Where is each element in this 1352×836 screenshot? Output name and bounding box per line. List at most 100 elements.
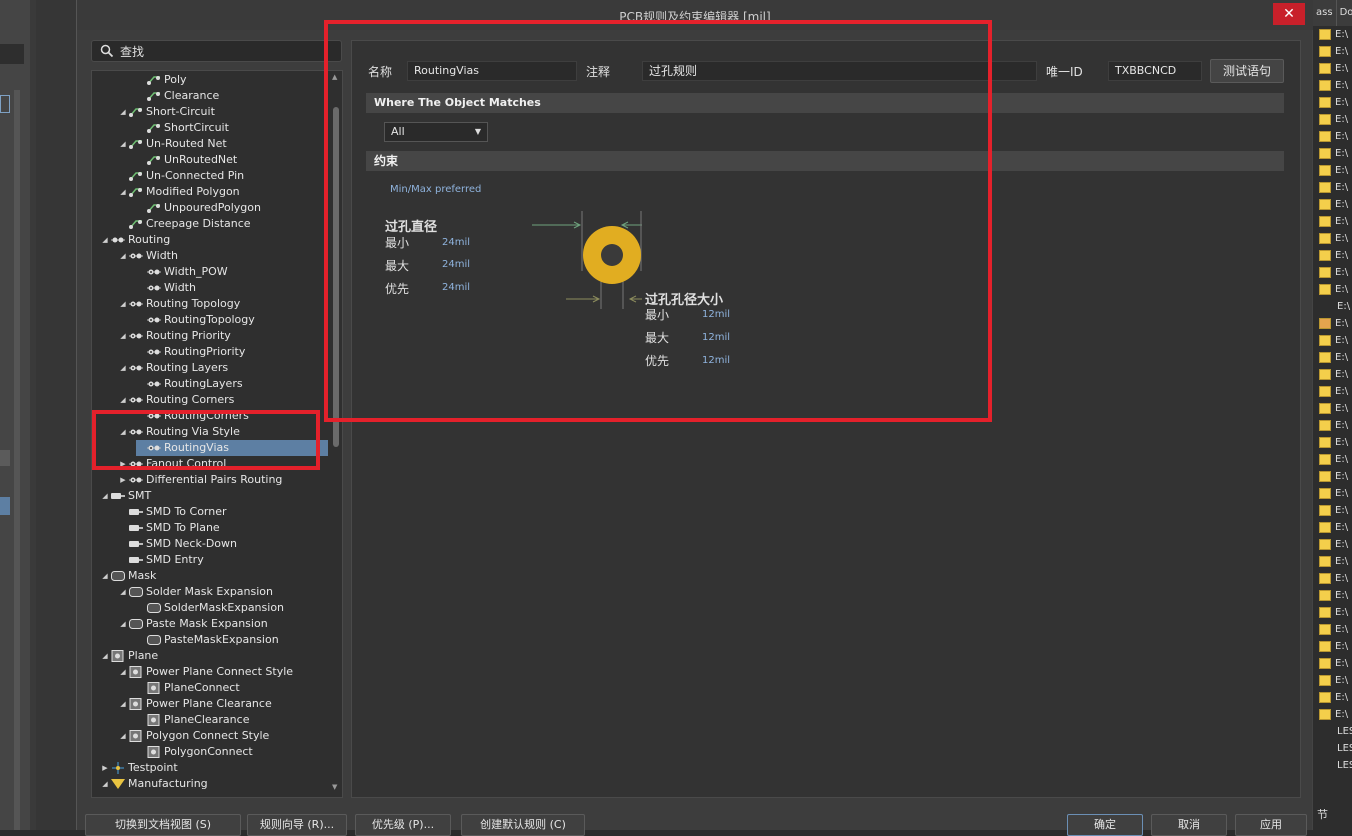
background-item[interactable] bbox=[0, 450, 10, 466]
background-scrollbar[interactable] bbox=[14, 90, 20, 830]
right-list-item[interactable]: E:\ bbox=[1313, 672, 1352, 689]
collapse-arrow-icon[interactable]: ◢ bbox=[118, 696, 128, 712]
right-list-item[interactable]: E:\ bbox=[1313, 315, 1352, 332]
right-list-item[interactable]: E:\ bbox=[1313, 213, 1352, 230]
collapse-arrow-icon[interactable]: ◢ bbox=[118, 328, 128, 344]
collapse-arrow-icon[interactable]: ◢ bbox=[100, 568, 110, 584]
collapse-arrow-icon[interactable]: ◢ bbox=[100, 648, 110, 664]
tree-item[interactable]: ◢ Paste Mask Expansion bbox=[118, 616, 267, 632]
priorities-button[interactable]: 优先级 (P)... bbox=[355, 814, 451, 836]
right-list-item[interactable]: E:\ bbox=[1313, 383, 1352, 400]
right-list-item[interactable]: E:\ bbox=[1313, 162, 1352, 179]
tree-item[interactable]: ◢ Short-Circuit bbox=[118, 104, 215, 120]
tree-item[interactable]: UnpouredPolygon bbox=[136, 200, 261, 216]
right-list-item[interactable]: E:\ bbox=[1313, 451, 1352, 468]
apply-button[interactable]: 应用 bbox=[1235, 814, 1307, 836]
right-list-item[interactable]: E:\ bbox=[1313, 43, 1352, 60]
tree-item[interactable]: RoutingLayers bbox=[136, 376, 243, 392]
right-list-item[interactable]: E:\ bbox=[1313, 94, 1352, 111]
tree-item[interactable]: ◢ Power Plane Clearance bbox=[118, 696, 272, 712]
tree-item[interactable]: ◢ Routing Layers bbox=[118, 360, 228, 376]
expand-arrow-icon[interactable]: ▶ bbox=[100, 760, 110, 776]
collapse-arrow-icon[interactable]: ◢ bbox=[100, 232, 110, 248]
tree-item[interactable]: SMD To Plane bbox=[118, 520, 220, 536]
right-list-item[interactable]: E:\ bbox=[1313, 485, 1352, 502]
right-list-item[interactable]: E:\ bbox=[1313, 587, 1352, 604]
uid-field[interactable]: TXBBCNCD bbox=[1108, 61, 1202, 81]
tree-item[interactable]: Width bbox=[136, 280, 196, 296]
test-query-button[interactable]: 测试语句 bbox=[1210, 59, 1284, 83]
right-list-item[interactable]: E:\ bbox=[1313, 111, 1352, 128]
collapse-arrow-icon[interactable]: ◢ bbox=[118, 360, 128, 376]
background-item[interactable] bbox=[0, 95, 10, 113]
tree-item[interactable]: ◢ Solder Mask Expansion bbox=[118, 584, 273, 600]
tree-item[interactable]: ◢ SMT bbox=[100, 488, 151, 504]
tree-item[interactable]: RoutingTopology bbox=[136, 312, 255, 328]
collapse-arrow-icon[interactable]: ◢ bbox=[100, 488, 110, 504]
tree-item[interactable]: SMD Neck-Down bbox=[118, 536, 237, 552]
right-list-item[interactable]: E:\ bbox=[1313, 298, 1352, 315]
collapse-arrow-icon[interactable]: ◢ bbox=[100, 776, 110, 792]
collapse-arrow-icon[interactable]: ◢ bbox=[118, 584, 128, 600]
right-list-item[interactable]: E:\ bbox=[1313, 502, 1352, 519]
right-list-item[interactable]: E:\ bbox=[1313, 570, 1352, 587]
tree-item[interactable]: Un-Connected Pin bbox=[118, 168, 244, 184]
tree-item[interactable]: ShortCircuit bbox=[136, 120, 229, 136]
right-list-item[interactable]: E:\ bbox=[1313, 230, 1352, 247]
tree-item[interactable]: RoutingPriority bbox=[136, 344, 245, 360]
tree-item[interactable]: ◢ Manufacturing bbox=[100, 776, 207, 792]
tree-item[interactable]: SMD Entry bbox=[118, 552, 204, 568]
collapse-arrow-icon[interactable]: ◢ bbox=[118, 136, 128, 152]
close-button[interactable]: ✕ bbox=[1273, 3, 1305, 25]
ok-button[interactable]: 确定 bbox=[1067, 814, 1143, 836]
right-list-item[interactable]: E:\ bbox=[1313, 689, 1352, 706]
switch-document-view-button[interactable]: 切换到文档视图 (S) bbox=[85, 814, 241, 836]
right-list-item[interactable]: E:\ bbox=[1313, 332, 1352, 349]
right-list-item[interactable]: E:\ bbox=[1313, 77, 1352, 94]
tree-item[interactable]: ◢ Routing Topology bbox=[118, 296, 240, 312]
right-list-item[interactable]: E:\ bbox=[1313, 468, 1352, 485]
right-list-item[interactable]: E:\ bbox=[1313, 179, 1352, 196]
right-list-item[interactable]: E:\ bbox=[1313, 400, 1352, 417]
right-list-item[interactable]: E:\ bbox=[1313, 706, 1352, 723]
tree-item[interactable]: Width_POW bbox=[136, 264, 228, 280]
background-tab[interactable] bbox=[0, 44, 24, 64]
tree-item[interactable]: ◢ Routing Corners bbox=[118, 392, 234, 408]
tree-item[interactable]: ◢ Mask bbox=[100, 568, 156, 584]
tree-item[interactable]: ◢ Width bbox=[118, 248, 178, 264]
right-list-item[interactable]: E:\ bbox=[1313, 434, 1352, 451]
right-list-item[interactable]: E:\ bbox=[1313, 366, 1352, 383]
tree-item[interactable]: PlaneClearance bbox=[136, 712, 249, 728]
right-list-item[interactable]: E:\ bbox=[1313, 553, 1352, 570]
right-list-item[interactable]: E:\ bbox=[1313, 536, 1352, 553]
tree-item[interactable]: PasteMaskExpansion bbox=[136, 632, 279, 648]
right-list-item[interactable]: E:\ bbox=[1313, 638, 1352, 655]
tree-item[interactable]: PolygonConnect bbox=[136, 744, 253, 760]
tree-item[interactable]: ◢ Un-Routed Net bbox=[118, 136, 226, 152]
tree-item[interactable]: ◢ Routing Priority bbox=[118, 328, 231, 344]
rule-wizard-button[interactable]: 规则向导 (R)... bbox=[247, 814, 347, 836]
scroll-down-icon[interactable]: ▼ bbox=[332, 783, 337, 791]
cancel-button[interactable]: 取消 bbox=[1151, 814, 1227, 836]
right-list-item[interactable]: LES bbox=[1313, 723, 1352, 740]
collapse-arrow-icon[interactable]: ◢ bbox=[118, 392, 128, 408]
right-list-item[interactable]: E:\ bbox=[1313, 519, 1352, 536]
right-col-header[interactable]: ass bbox=[1313, 0, 1337, 26]
right-list-item[interactable]: E:\ bbox=[1313, 247, 1352, 264]
right-list-item[interactable]: E:\ bbox=[1313, 621, 1352, 638]
right-list-item[interactable]: LES bbox=[1313, 757, 1352, 774]
collapse-arrow-icon[interactable]: ◢ bbox=[118, 664, 128, 680]
tree-item[interactable]: ◢ Power Plane Connect Style bbox=[118, 664, 293, 680]
tree-item[interactable]: Poly bbox=[136, 72, 187, 88]
collapse-arrow-icon[interactable]: ◢ bbox=[118, 104, 128, 120]
right-list-item[interactable]: E:\ bbox=[1313, 281, 1352, 298]
right-list-item[interactable]: E:\ bbox=[1313, 145, 1352, 162]
tree-item[interactable]: UnRoutedNet bbox=[136, 152, 237, 168]
right-list-item[interactable]: LES bbox=[1313, 740, 1352, 757]
expand-arrow-icon[interactable]: ▶ bbox=[118, 472, 128, 488]
right-list-item[interactable]: E:\ bbox=[1313, 604, 1352, 621]
tree-item[interactable]: Clearance bbox=[136, 88, 219, 104]
right-list-item[interactable]: E:\ bbox=[1313, 264, 1352, 281]
right-list-item[interactable]: E:\ bbox=[1313, 196, 1352, 213]
tree-item[interactable]: ▶ Differential Pairs Routing bbox=[118, 472, 282, 488]
